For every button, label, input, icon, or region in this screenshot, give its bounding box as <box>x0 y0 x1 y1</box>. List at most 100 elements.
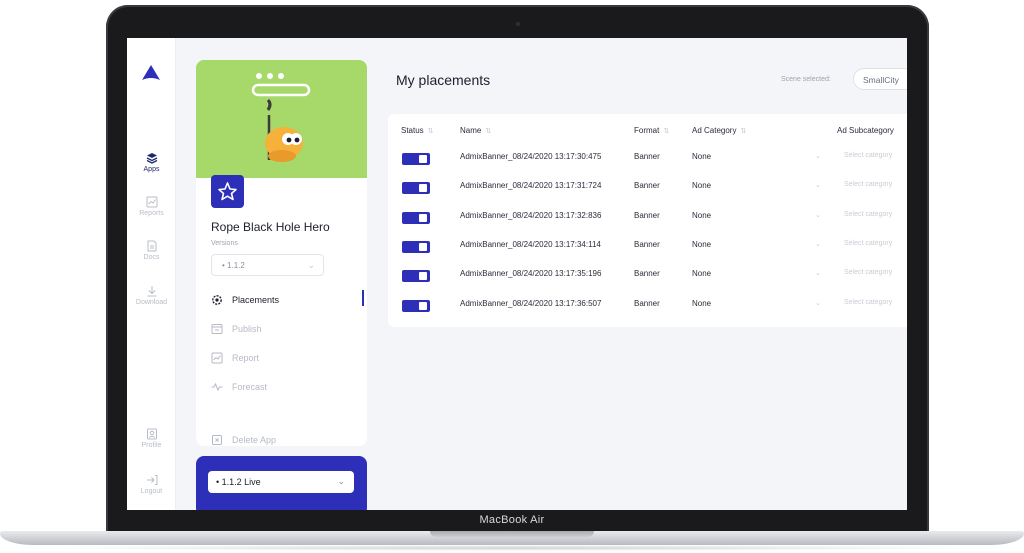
camera-icon <box>516 22 520 26</box>
status-toggle[interactable] <box>402 300 430 312</box>
table-row: AdmixBanner_08/24/2020 13:17:30:475 Bann… <box>388 146 907 175</box>
pulse-icon <box>211 382 223 392</box>
placement-category[interactable]: None <box>692 299 711 308</box>
column-header-format[interactable]: Format ⇅ <box>634 126 669 135</box>
versions-label: Versions <box>211 240 238 247</box>
column-header-name[interactable]: Name ⇅ <box>460 126 491 135</box>
delete-app-button[interactable]: Delete App <box>211 434 276 446</box>
menu-label: Publish <box>232 324 262 334</box>
menu-item-publish[interactable]: Publish <box>211 323 262 335</box>
document-icon <box>147 240 156 252</box>
version-select[interactable]: • 1.1.2 ⌄ <box>211 254 324 276</box>
download-icon <box>147 286 156 297</box>
subcategory-select[interactable]: Select category <box>844 211 892 218</box>
column-header-status[interactable]: Status ⇅ <box>401 126 434 135</box>
toggle-knob <box>419 243 427 251</box>
rail-item-docs[interactable]: Docs <box>127 240 176 261</box>
rail-label: Profile <box>141 442 162 449</box>
table-row: AdmixBanner_08/24/2020 13:17:35:196 Bann… <box>388 263 907 292</box>
menu-item-placements[interactable]: Placements <box>211 294 279 306</box>
live-version-select[interactable]: • 1.1.2 Live ⌄ <box>208 471 354 493</box>
app-panel: Rope Black Hole Hero Versions • 1.1.2 ⌄ … <box>196 60 367 446</box>
header-label: Status <box>401 126 424 135</box>
active-indicator <box>362 290 364 306</box>
live-version-card: • 1.1.2 Live ⌄ <box>196 456 367 510</box>
chevron-down-icon: ⌄ <box>815 300 821 307</box>
placement-format: Banner <box>634 299 660 308</box>
chart-icon <box>146 196 157 208</box>
chevron-down-icon: ⌄ <box>307 260 315 270</box>
status-toggle[interactable] <box>402 270 430 282</box>
favorite-star-badge[interactable] <box>211 175 244 208</box>
publish-icon <box>211 324 223 334</box>
subcategory-select[interactable]: Select category <box>844 299 892 306</box>
rail-item-download[interactable]: Download <box>127 285 176 306</box>
toggle-knob <box>419 214 427 222</box>
toggle-knob <box>419 184 427 192</box>
chevron-down-icon: ⌄ <box>815 153 821 160</box>
rail-label: Reports <box>139 210 164 217</box>
toggle-knob <box>419 302 427 310</box>
chevron-down-icon: ⌄ <box>815 212 821 219</box>
status-toggle[interactable] <box>402 212 430 224</box>
game-art-icon <box>251 73 311 162</box>
app-hero-image <box>196 60 367 178</box>
table-row: AdmixBanner_08/24/2020 13:17:32:836 Bann… <box>388 205 907 234</box>
sort-icon: ⇅ <box>740 128 747 135</box>
profile-icon <box>146 428 157 440</box>
sort-icon: ⇅ <box>663 128 670 135</box>
rail-label: Docs <box>143 254 160 261</box>
subcategory-select[interactable]: Select category <box>844 152 892 159</box>
rail-item-profile[interactable]: Profile <box>127 428 176 449</box>
rail-item-logout[interactable]: Logout <box>127 474 176 495</box>
app-screen: Apps Reports Docs Download Profile Logou… <box>127 38 907 510</box>
subcategory-select[interactable]: Select category <box>844 269 892 276</box>
app-name: Rope Black Hole Hero <box>211 220 330 234</box>
placement-name: AdmixBanner_08/24/2020 13:17:31:724 <box>460 181 602 190</box>
placement-format: Banner <box>634 152 660 161</box>
table-row: AdmixBanner_08/24/2020 13:17:34:114 Bann… <box>388 234 907 263</box>
layers-icon <box>146 153 157 164</box>
nav-rail: Apps Reports Docs Download Profile Logou… <box>127 38 176 510</box>
status-toggle[interactable] <box>402 153 430 165</box>
star-icon <box>218 182 237 201</box>
toggle-knob <box>419 272 427 280</box>
scene-select[interactable]: SmallCity <box>853 68 907 90</box>
sort-icon: ⇅ <box>485 128 492 135</box>
subcategory-select[interactable]: Select category <box>844 181 892 188</box>
laptop-shadow <box>20 545 1004 551</box>
column-header-ad-category[interactable]: Ad Category ⇅ <box>692 126 746 135</box>
live-version-value: • 1.1.2 Live <box>216 477 261 487</box>
placement-category[interactable]: None <box>692 240 711 249</box>
rail-item-apps[interactable]: Apps <box>127 152 176 173</box>
placement-category[interactable]: None <box>692 181 711 190</box>
placement-category[interactable]: None <box>692 269 711 278</box>
placement-format: Banner <box>634 269 660 278</box>
report-icon <box>211 352 223 364</box>
chevron-down-icon: ⌄ <box>815 241 821 248</box>
placement-name: AdmixBanner_08/24/2020 13:17:36:507 <box>460 299 602 308</box>
status-toggle[interactable] <box>402 241 430 253</box>
placement-category[interactable]: None <box>692 211 711 220</box>
placement-name: AdmixBanner_08/24/2020 13:17:32:836 <box>460 211 602 220</box>
placement-category[interactable]: None <box>692 152 711 161</box>
brand-logo-icon <box>142 65 160 80</box>
toggle-knob <box>419 155 427 163</box>
rail-item-reports[interactable]: Reports <box>127 196 176 217</box>
subcategory-select[interactable]: Select category <box>844 240 892 247</box>
chevron-down-icon: ⌄ <box>337 476 345 486</box>
status-toggle[interactable] <box>402 182 430 194</box>
placement-format: Banner <box>634 181 660 190</box>
placement-name: AdmixBanner_08/24/2020 13:17:30:475 <box>460 152 602 161</box>
menu-label: Placements <box>232 295 280 305</box>
menu-item-forecast[interactable]: Forecast <box>211 381 267 393</box>
logout-icon <box>146 475 157 485</box>
rail-label: Logout <box>140 488 163 495</box>
gear-icon <box>212 295 222 305</box>
scene-label: Scene selected: <box>781 76 831 83</box>
table-row: AdmixBanner_08/24/2020 13:17:36:507 Bann… <box>388 293 907 322</box>
table-row: AdmixBanner_08/24/2020 13:17:31:724 Bann… <box>388 175 907 204</box>
header-label: Ad Category <box>692 126 737 135</box>
device-label: MacBook Air <box>479 514 545 526</box>
menu-item-report[interactable]: Report <box>211 352 259 364</box>
